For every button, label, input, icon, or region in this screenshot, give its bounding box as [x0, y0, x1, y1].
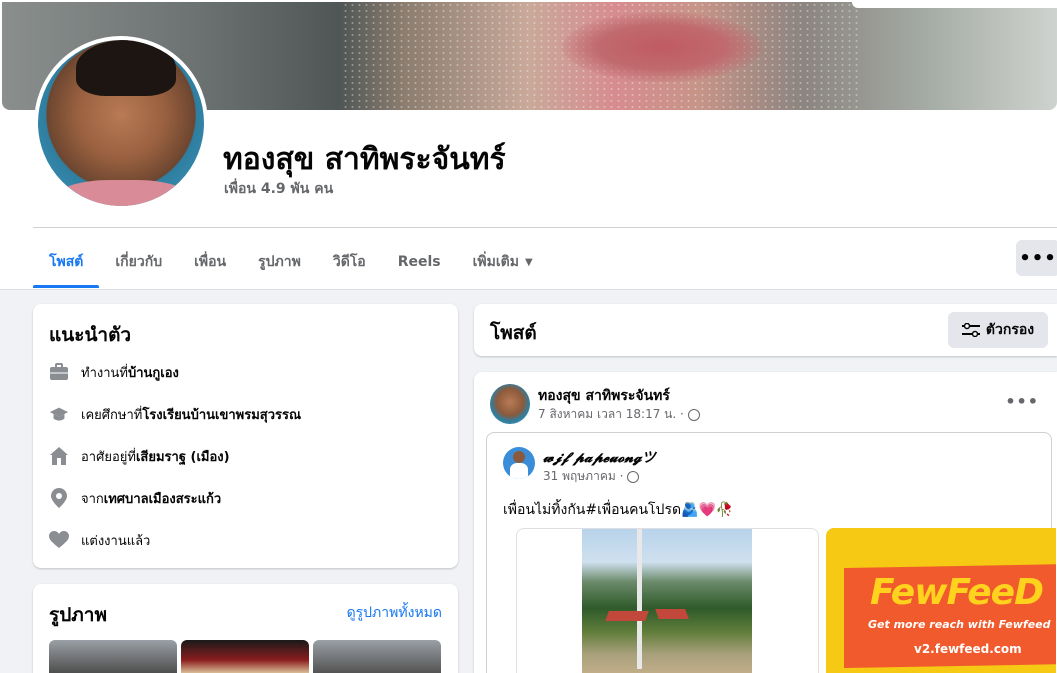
friends-count[interactable]: เพื่อน 4.9 พัน คน: [224, 178, 333, 200]
profile-tabs: โพสต์ เกี่ยวกับ เพื่อน รูปภาพ วิดีโอ Ree…: [33, 236, 549, 288]
tab-label: โพสต์: [49, 254, 84, 270]
intro-value[interactable]: บ้านกูเอง: [128, 362, 179, 383]
intro-value[interactable]: เทศบาลเมืองสระแก้ว: [104, 488, 221, 509]
tab-posts[interactable]: โพสต์: [33, 236, 100, 288]
photo-detail: [655, 609, 689, 619]
tab-label: วิดีโอ: [332, 254, 366, 270]
profile-name: ทองสุข สาทิพระจันทร์: [223, 142, 506, 177]
photo-thumbnail[interactable]: [313, 640, 441, 673]
post-photo[interactable]: [516, 528, 819, 673]
tab-videos[interactable]: วิดีโอ: [317, 236, 382, 288]
shared-timestamp[interactable]: 31 พฤษภาคม ·: [543, 467, 623, 486]
ad-url: v2.fewfeed.com: [914, 642, 1022, 656]
cover-edge: [852, 2, 1057, 8]
intro-row-education: เคยศึกษาที่ โรงเรียนบ้านเขาพรมสุวรรณ: [49, 402, 301, 426]
intro-value[interactable]: เสียมราฐ (เมือง): [136, 446, 230, 467]
globe-icon: [627, 470, 640, 483]
intro-value[interactable]: โรงเรียนบ้านเขาพรมสุวรรณ: [142, 404, 301, 425]
avatar-body: [510, 463, 528, 479]
posts-title: โพสต์: [490, 322, 537, 344]
post-author-avatar[interactable]: [490, 384, 530, 424]
globe-icon: [687, 408, 700, 421]
photo-image: [582, 529, 752, 673]
tab-label: เพิ่มเติม: [472, 254, 519, 270]
tab-label: เพื่อน: [194, 254, 227, 270]
heart-icon: [49, 530, 69, 550]
intro-label: ทำงานที่: [81, 365, 128, 381]
intro-label: จาก: [81, 491, 104, 507]
more-options-button[interactable]: •••: [1016, 240, 1057, 276]
intro-row-relationship: แต่งงานแล้ว: [49, 528, 150, 552]
avatar-shirt: [58, 180, 188, 206]
see-all-photos-link[interactable]: ดูรูปภาพทั้งหมด: [347, 602, 442, 624]
tab-label: รูปภาพ: [258, 254, 301, 270]
tab-label: Reels: [397, 254, 441, 270]
caret-down-icon: ▼: [524, 256, 533, 268]
ad-tagline: Get more reach with Fewfeed: [868, 618, 1051, 631]
tab-label: เกี่ยวกับ: [115, 254, 163, 270]
intro-row-lives: อาศัยอยู่ที่ เสียมราฐ (เมือง): [49, 444, 230, 468]
photo-detail: [637, 529, 642, 669]
photo-detail: [605, 611, 649, 621]
ad-brand: FewFeeD: [870, 572, 1044, 613]
shared-author-avatar[interactable]: [503, 447, 535, 479]
graduation-cap-icon: [49, 404, 69, 424]
tab-about[interactable]: เกี่ยวกับ: [99, 236, 178, 288]
shared-author-name[interactable]: 𝔀𝓳𝓯 𝓹𝓪𝓹𝓮𝓾𝓸𝓷𝓰ツ: [543, 447, 656, 467]
intro-label: แต่งงานแล้ว: [81, 533, 151, 549]
tab-photos[interactable]: รูปภาพ: [242, 236, 317, 288]
shared-post-text: เพื่อนไม่ทิ้งกัน#เพื่อนคนโปรด🫂💗🥀: [503, 502, 734, 518]
posts-header-card: โพสต์ ตัวกรอง: [474, 304, 1057, 356]
profile-header: ทองสุข สาทิพระจันทร์ เพื่อน 4.9 พัน คน โ…: [0, 0, 1057, 290]
photo-thumbnail[interactable]: [49, 640, 177, 673]
home-icon: [49, 446, 69, 466]
filter-label: ตัวกรอง: [985, 322, 1035, 338]
photos-title: รูปภาพ: [49, 604, 107, 626]
photos-card: รูปภาพ ดูรูปภาพทั้งหมด: [33, 584, 458, 673]
avatar-hair: [76, 40, 176, 96]
intro-label: เคยศึกษาที่: [81, 407, 143, 423]
intro-row-work: ทำงานที่ บ้านกูเอง: [49, 360, 179, 384]
cover-detail: [562, 12, 762, 82]
post-options-button[interactable]: •••: [1005, 392, 1039, 411]
avatar-head: [513, 451, 525, 463]
intro-title: แนะนำตัว: [49, 324, 132, 346]
fewfeed-ad-image[interactable]: FewFeeD Get more reach with Fewfeed v2.f…: [826, 528, 1056, 673]
shared-post: 𝔀𝓳𝓯 𝓹𝓪𝓹𝓮𝓾𝓸𝓷𝓰ツ 31 พฤษภาคม · เพื่อนไม่ทิ้ง…: [486, 432, 1056, 673]
intro-label: อาศัยอยู่ที่: [81, 449, 136, 465]
filter-button[interactable]: ตัวกรอง: [948, 312, 1048, 348]
intro-row-from: จาก เทศบาลเมืองสระแก้ว: [49, 486, 221, 510]
shared-meta: 31 พฤษภาคม ·: [543, 467, 640, 486]
briefcase-icon: [49, 362, 69, 382]
post-card: ทองสุข สาทิพระจันทร์ 7 สิงหาคม เวลา 18:1…: [474, 372, 1057, 673]
header-divider: [33, 227, 1057, 228]
post-timestamp[interactable]: 7 สิงหาคม เวลา 18:17 น. ·: [538, 405, 684, 424]
intro-card: แนะนำตัว ทำงานที่ บ้านกูเอง เคยศึกษาที่ …: [33, 304, 458, 568]
tab-more[interactable]: เพิ่มเติม ▼: [457, 236, 549, 288]
filter-icon: [961, 323, 980, 337]
profile-avatar[interactable]: [34, 36, 208, 210]
tab-friends[interactable]: เพื่อน: [178, 236, 242, 288]
tab-reels[interactable]: Reels: [382, 236, 457, 288]
photo-thumbnail[interactable]: [181, 640, 309, 673]
post-author-name[interactable]: ทองสุข สาทิพระจันทร์: [538, 385, 670, 407]
post-meta: 7 สิงหาคม เวลา 18:17 น. ·: [538, 405, 700, 424]
location-pin-icon: [49, 488, 69, 508]
